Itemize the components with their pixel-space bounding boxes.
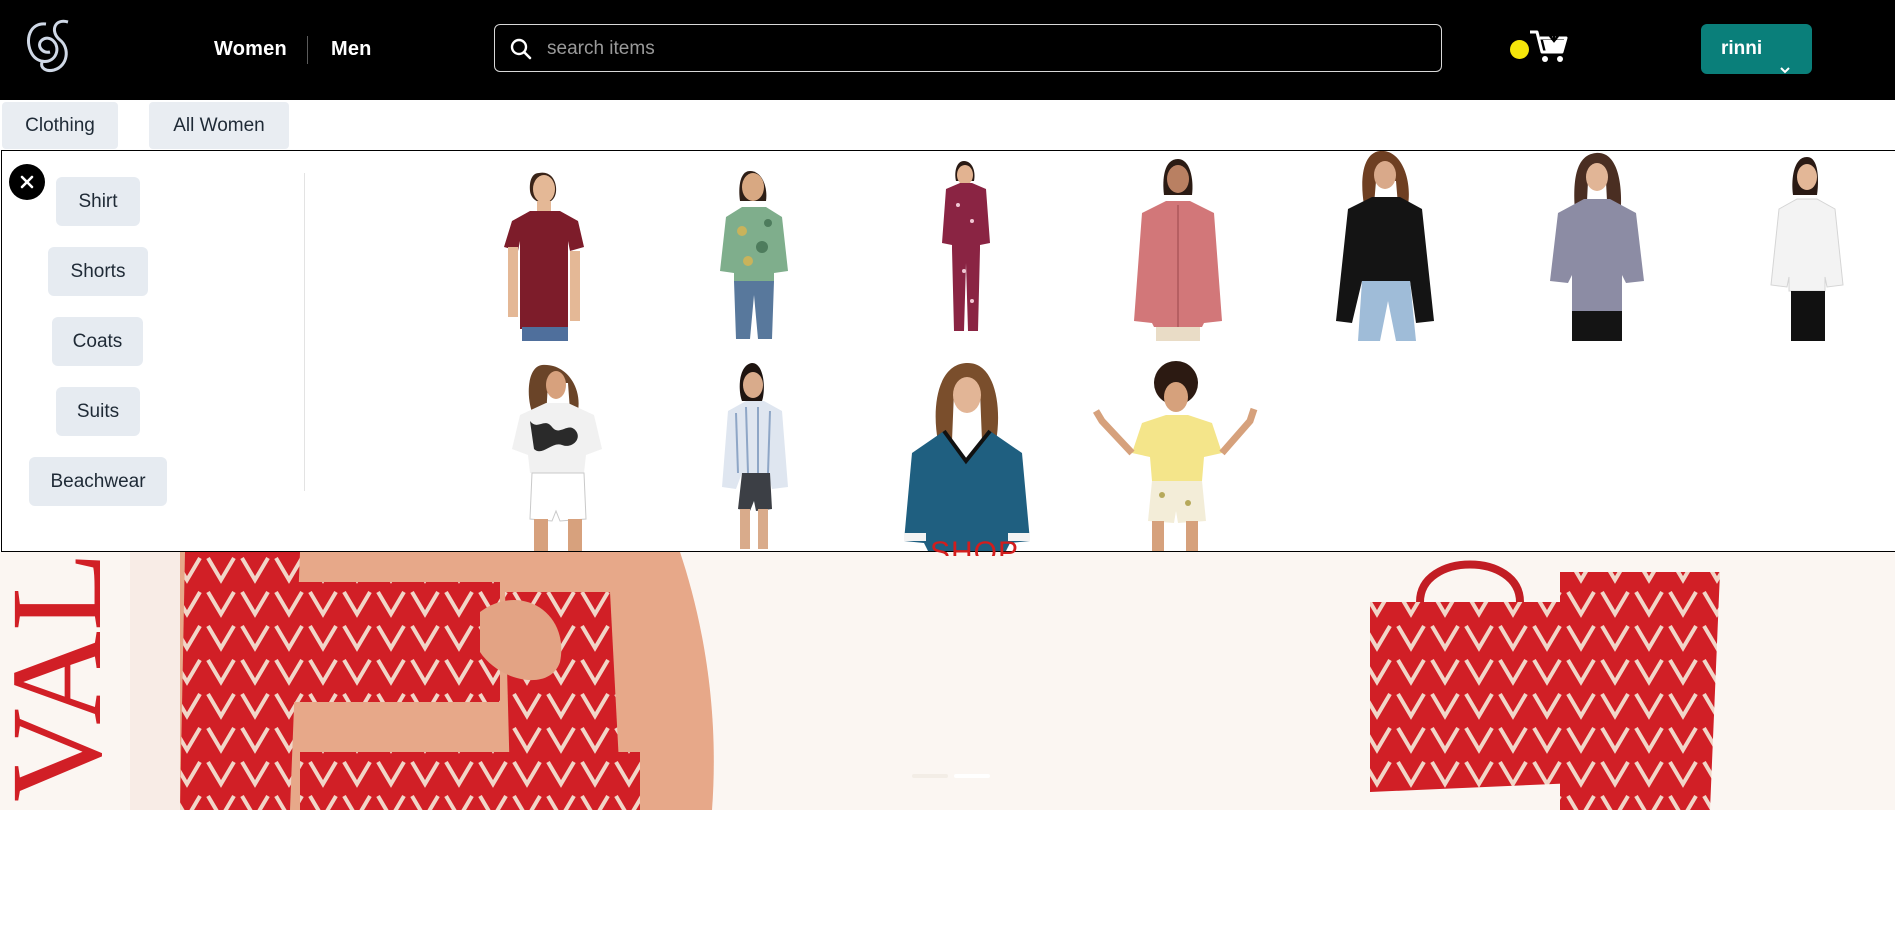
nav-women-link[interactable]: Women xyxy=(214,38,287,61)
product-thumbnail-8[interactable] xyxy=(472,361,662,551)
product-thumbnail-10[interactable] xyxy=(872,361,1062,551)
close-icon[interactable] xyxy=(9,164,45,200)
logo-icon[interactable] xyxy=(20,14,76,78)
product-thumbnail-6[interactable] xyxy=(1502,151,1692,341)
user-name: rinni xyxy=(1721,38,1763,59)
search-box[interactable] xyxy=(494,24,1442,72)
banner-vertical-text: VAL xyxy=(0,552,129,802)
hero-banner[interactable]: VAL xyxy=(0,552,1895,810)
product-thumbnail-4[interactable] xyxy=(1082,151,1272,341)
search-input[interactable] xyxy=(545,33,1429,65)
chevron-down-icon xyxy=(1780,44,1790,74)
user-menu-button[interactable]: rinni xyxy=(1701,24,1812,74)
panel-divider xyxy=(304,173,305,491)
tab-clothing[interactable]: Clothing xyxy=(2,102,118,149)
subcategory-suits[interactable]: Suits xyxy=(56,387,140,436)
status-dot-icon xyxy=(1510,40,1529,59)
subcategory-coats[interactable]: Coats xyxy=(52,317,143,366)
nav-men-link[interactable]: Men xyxy=(331,38,372,61)
shop-now-link[interactable]: SHOP NOW xyxy=(930,532,1090,556)
product-thumbnail-11[interactable] xyxy=(1082,361,1272,551)
subcategory-shirt[interactable]: Shirt xyxy=(56,177,140,226)
category-dropdown-panel: Shirt Shorts Coats Suits Beachwear xyxy=(1,150,1895,552)
subcategory-beachwear[interactable]: Beachwear xyxy=(29,457,167,506)
subcategory-shorts[interactable]: Shorts xyxy=(48,247,148,296)
top-navbar: Women Men rinni xyxy=(0,0,1895,100)
nav-divider xyxy=(307,36,308,64)
tab-all-women[interactable]: All Women xyxy=(149,102,289,149)
product-thumbnail-9[interactable] xyxy=(662,361,852,551)
carousel-indicator[interactable] xyxy=(912,774,990,778)
product-thumbnail-2[interactable] xyxy=(662,151,852,341)
product-thumbnail-5[interactable] xyxy=(1292,150,1482,341)
product-thumbnail-1[interactable] xyxy=(452,151,642,341)
cart-icon[interactable] xyxy=(1528,28,1570,64)
product-thumbnail-7[interactable] xyxy=(1707,151,1895,341)
product-thumbnail-3[interactable] xyxy=(872,151,1062,341)
search-icon[interactable] xyxy=(509,37,533,61)
